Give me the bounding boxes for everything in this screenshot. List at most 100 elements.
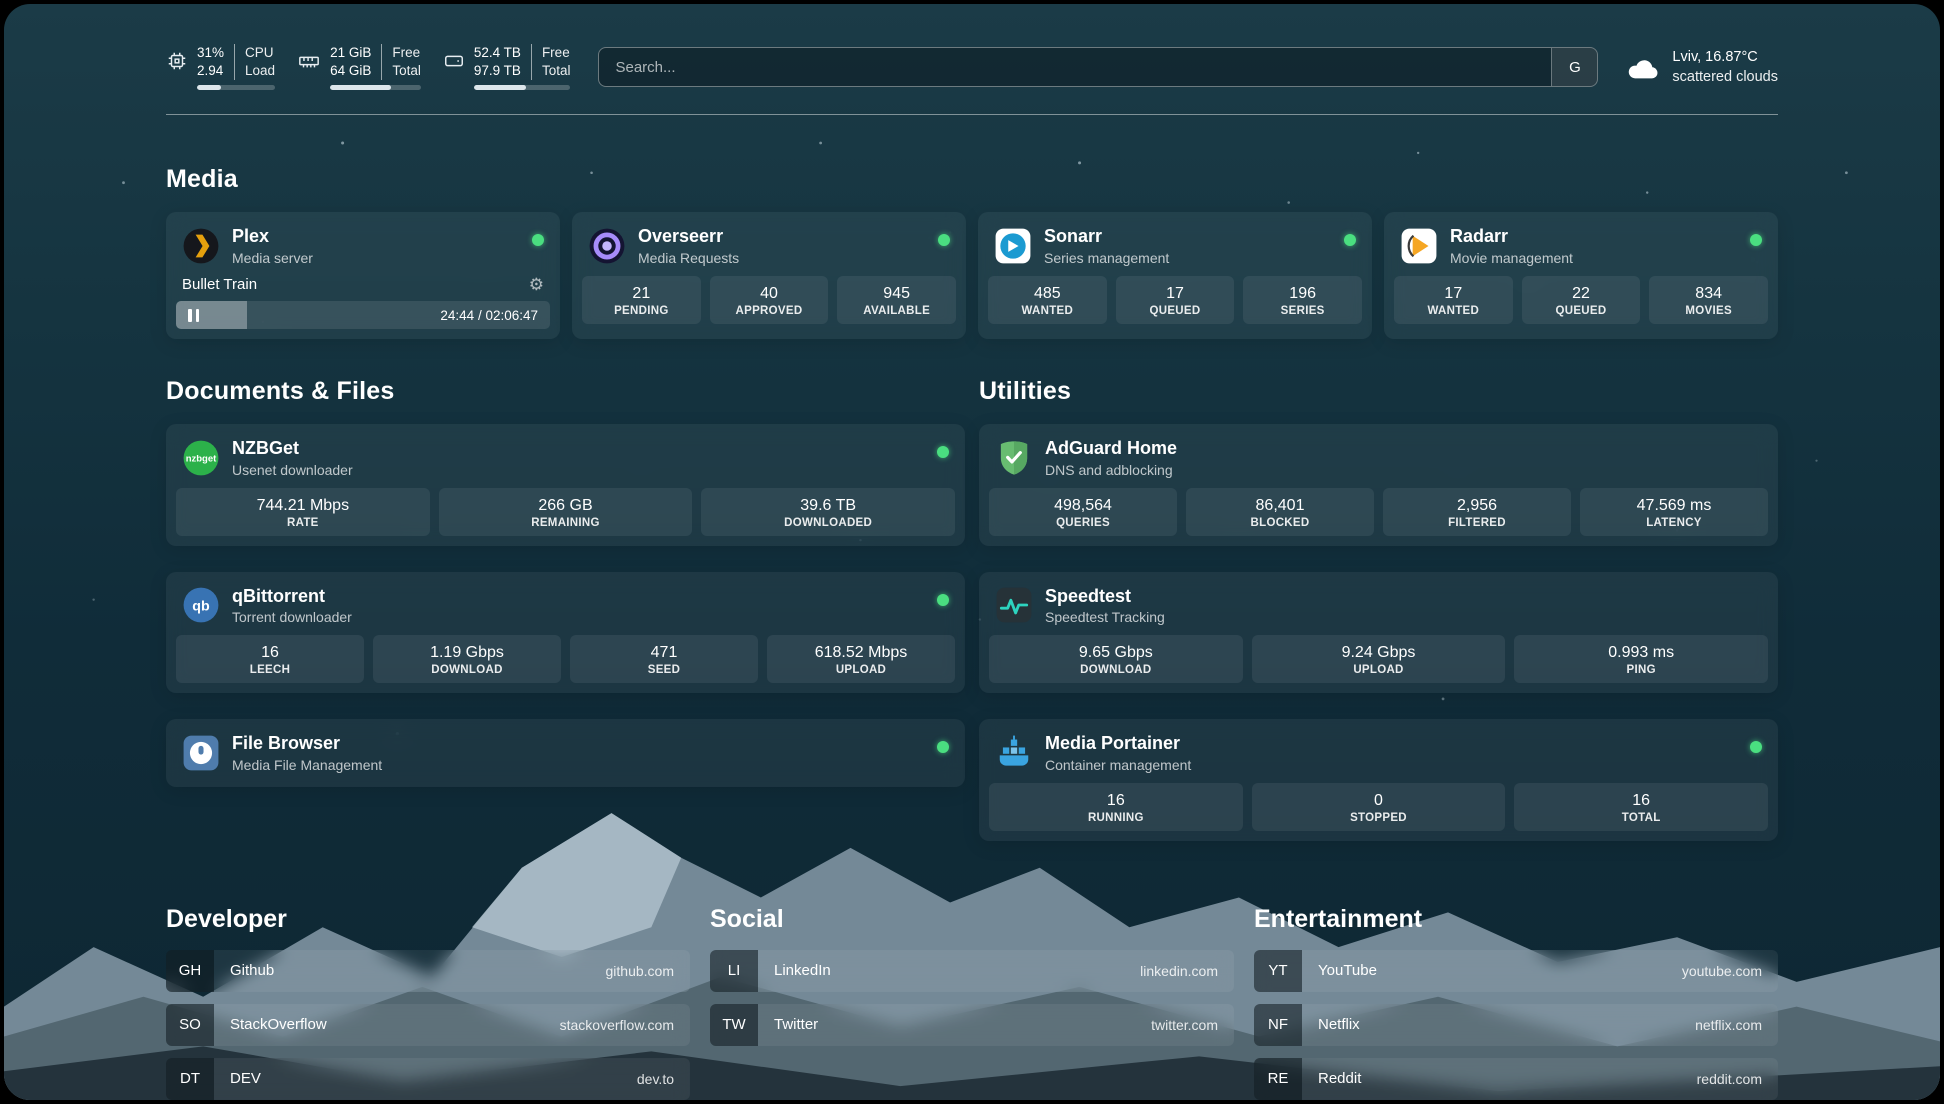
search-input[interactable] (599, 48, 1551, 86)
bookmark-name: Netflix (1302, 1016, 1376, 1033)
cpu-label-1: CPU (245, 44, 275, 62)
stat-seed: 471 SEED (570, 635, 758, 683)
app-desc: DNS and adblocking (1045, 462, 1177, 478)
plex-now-playing-title: Bullet Train (182, 276, 257, 293)
bookmark-domain: linkedin.com (1140, 963, 1234, 979)
bookmark-domain: youtube.com (1682, 963, 1778, 979)
bookmark-abbr: YT (1254, 950, 1302, 992)
bookmark-dev[interactable]: DT DEV dev.to (166, 1058, 690, 1100)
bookmark-domain: dev.to (637, 1071, 690, 1087)
stat-download: 9.65 Gbps DOWNLOAD (989, 635, 1243, 683)
app-card-nzbget[interactable]: nzbget NZBGet Usenet downloader 744.21 M… (166, 424, 965, 546)
app-card-adguard[interactable]: AdGuard Home DNS and adblocking 498,564 … (979, 424, 1778, 546)
plex-icon (182, 227, 220, 265)
memory-total: 64 GiB (330, 62, 371, 80)
plex-playback-bar[interactable]: 24:44 / 02:06:47 (176, 301, 550, 329)
filebrowser-icon (182, 734, 220, 772)
cpu-icon (166, 50, 188, 72)
bookmark-linkedin[interactable]: LI LinkedIn linkedin.com (710, 950, 1234, 992)
bookmark-abbr: TW (710, 1004, 758, 1046)
section-documents-utilities: Documents & Files nzbget NZBGet Usenet d… (166, 377, 1778, 841)
app-card-portainer[interactable]: Media Portainer Container management 16 … (979, 719, 1778, 841)
bookmark-name: StackOverflow (214, 1016, 343, 1033)
memory-label-1: Free (392, 44, 421, 62)
cpu-label-2: Load (245, 62, 275, 80)
app-card-speedtest[interactable]: Speedtest Speedtest Tracking 9.65 Gbps D… (979, 572, 1778, 694)
app-desc: Series management (1044, 250, 1169, 266)
portainer-icon (995, 734, 1033, 772)
radarr-icon (1400, 227, 1438, 265)
cpu-usage: 31% (197, 44, 224, 62)
bookmarks: Developer GH Github github.com SO StackO… (166, 905, 1778, 1100)
app-card-plex[interactable]: Plex Media server Bullet Train ⚙ 24:44 /… (166, 212, 560, 339)
bookmark-group-title: Social (710, 905, 1234, 934)
bookmark-abbr: NF (1254, 1004, 1302, 1046)
bookmark-abbr: DT (166, 1058, 214, 1100)
bookmark-name: Twitter (758, 1016, 834, 1033)
stat-total: 16 TOTAL (1514, 783, 1768, 831)
memory-label-2: Total (392, 62, 421, 80)
app-name: Speedtest (1045, 586, 1165, 608)
stat-filtered: 2,956 FILTERED (1383, 488, 1571, 536)
bookmark-domain: stackoverflow.com (560, 1017, 690, 1033)
svg-text:nzbget: nzbget (186, 453, 217, 464)
resource-widgets: 31% 2.94 CPU Load (166, 44, 570, 90)
cloud-icon (1626, 54, 1660, 80)
memory-progress-bar (330, 85, 421, 90)
search-provider-button[interactable]: G (1551, 48, 1597, 86)
bookmark-name: DEV (214, 1070, 277, 1087)
disk-label-1: Free (542, 44, 571, 62)
stat-remaining: 266 GB REMAINING (439, 488, 693, 536)
stat-movies: 834 MOVIES (1649, 276, 1768, 324)
app-desc: Media Requests (638, 250, 739, 266)
svg-text:qb: qb (192, 599, 210, 615)
section-title-documents: Documents & Files (166, 377, 965, 406)
bookmark-name: Reddit (1302, 1070, 1377, 1087)
disk-label-2: Total (542, 62, 571, 80)
plex-playback-time: 24:44 / 02:06:47 (440, 308, 538, 323)
bookmark-abbr: GH (166, 950, 214, 992)
bookmark-youtube[interactable]: YT YouTube youtube.com (1254, 950, 1778, 992)
app-name: Sonarr (1044, 226, 1169, 248)
app-name: Media Portainer (1045, 733, 1191, 755)
pause-icon[interactable] (188, 309, 199, 322)
app-card-qbittorrent[interactable]: qb qBittorrent Torrent downloader 16 (166, 572, 965, 694)
app-card-filebrowser[interactable]: File Browser Media File Management (166, 719, 965, 787)
app-name: File Browser (232, 733, 382, 755)
status-dot-online (937, 446, 949, 458)
bookmark-netflix[interactable]: NF Netflix netflix.com (1254, 1004, 1778, 1046)
app-name: AdGuard Home (1045, 438, 1177, 460)
bookmark-group-title: Entertainment (1254, 905, 1778, 934)
status-dot-online (937, 594, 949, 606)
app-name: Radarr (1450, 226, 1573, 248)
bookmark-reddit[interactable]: RE Reddit reddit.com (1254, 1058, 1778, 1100)
bookmark-domain: reddit.com (1697, 1071, 1778, 1087)
speedtest-icon (995, 586, 1033, 624)
status-dot-online (1344, 234, 1356, 246)
bookmark-abbr: RE (1254, 1058, 1302, 1100)
disk-progress-bar (474, 85, 571, 90)
app-name: Overseerr (638, 226, 739, 248)
bookmark-github[interactable]: GH Github github.com (166, 950, 690, 992)
app-card-overseerr[interactable]: Overseerr Media Requests 21 PENDING 40 A… (572, 212, 966, 339)
stat-wanted: 485 WANTED (988, 276, 1107, 324)
weather-location-temp: Lviv, 16.87°C (1672, 47, 1778, 67)
app-card-radarr[interactable]: Radarr Movie management 17 WANTED 22 QUE… (1384, 212, 1778, 339)
memory-icon (297, 50, 321, 72)
cpu-widget: 31% 2.94 CPU Load (166, 44, 275, 90)
app-desc: Movie management (1450, 250, 1573, 266)
app-desc: Media server (232, 250, 313, 266)
gear-icon[interactable]: ⚙ (529, 276, 544, 293)
stat-leech: 16 LEECH (176, 635, 364, 683)
stat-download: 1.19 Gbps DOWNLOAD (373, 635, 561, 683)
stat-latency: 47.569 ms LATENCY (1580, 488, 1768, 536)
status-dot-online (1750, 741, 1762, 753)
bookmark-twitter[interactable]: TW Twitter twitter.com (710, 1004, 1234, 1046)
dashboard: 31% 2.94 CPU Load (4, 4, 1940, 1100)
app-name: NZBGet (232, 438, 353, 460)
app-card-sonarr[interactable]: Sonarr Series management 485 WANTED 17 Q… (978, 212, 1372, 339)
stat-stopped: 0 STOPPED (1252, 783, 1506, 831)
bookmark-group-developer: Developer GH Github github.com SO StackO… (166, 905, 690, 1100)
stat-available: 945 AVAILABLE (837, 276, 956, 324)
bookmark-stackoverflow[interactable]: SO StackOverflow stackoverflow.com (166, 1004, 690, 1046)
